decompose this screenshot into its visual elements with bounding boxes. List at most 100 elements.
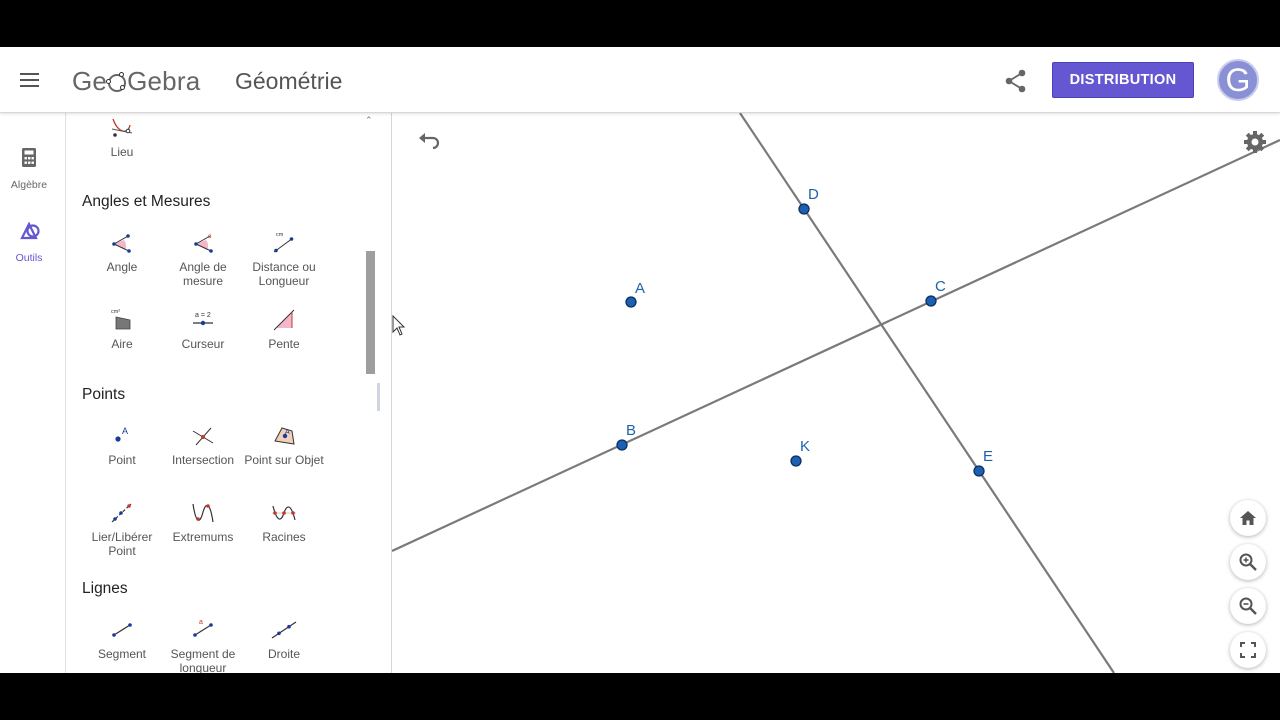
- tool-attach-detach[interactable]: Lier/Libérer Point: [81, 500, 163, 558]
- point-label: A: [635, 280, 645, 297]
- locus-icon: [111, 118, 133, 137]
- tool-label: Aire: [111, 337, 133, 351]
- undo-button[interactable]: [416, 130, 442, 152]
- settings-button[interactable]: [1242, 129, 1268, 155]
- geogebra-app: Ge Gebra Géométrie DISTRIBUTION G Algèbre: [0, 47, 1280, 673]
- tool-point[interactable]: A Point: [81, 423, 163, 467]
- point-k[interactable]: K: [790, 438, 810, 467]
- home-button[interactable]: [1230, 500, 1266, 536]
- angle-icon: [112, 234, 131, 253]
- point-c[interactable]: C: [925, 278, 946, 307]
- tool-label: Lier/Libérer Point: [91, 530, 153, 558]
- undo-icon: [419, 133, 440, 150]
- app-header: Ge Gebra Géométrie DISTRIBUTION G: [0, 47, 1280, 113]
- rail-item-algebra[interactable]: Algèbre: [0, 145, 66, 205]
- scroll-up-icon[interactable]: ⌃: [365, 115, 373, 126]
- rail-item-label: Outils: [15, 252, 43, 264]
- svg-text:cm²: cm²: [111, 309, 120, 315]
- tool-locus[interactable]: Lieu: [81, 115, 163, 159]
- tool-label: Pente: [268, 337, 300, 351]
- slider-icon: a = 2: [193, 312, 213, 326]
- point-b[interactable]: B: [616, 422, 636, 451]
- area-icon: cm²: [111, 309, 131, 330]
- section-title-angles: Angles et Mesures: [82, 193, 211, 210]
- menu-icon-bar: [20, 85, 39, 87]
- segment-icon: [112, 623, 132, 637]
- tool-label: Racines: [262, 530, 306, 544]
- svg-text:a = 2: a = 2: [195, 312, 211, 319]
- tool-slope[interactable]: Pente: [243, 307, 325, 351]
- distribution-button[interactable]: DISTRIBUTION: [1052, 62, 1194, 98]
- rail-item-tools[interactable]: Outils: [0, 218, 66, 278]
- tool-line[interactable]: Droite: [243, 617, 325, 661]
- logo-ellipse-icon: [106, 72, 127, 92]
- nav-rail: Algèbre Outils: [0, 113, 66, 673]
- segment-fixed-icon: a: [193, 619, 213, 637]
- zoom-in-icon: [1239, 553, 1257, 571]
- scroll-indicator: [377, 383, 380, 411]
- distance-icon: cm: [273, 232, 294, 253]
- geometry-canvas[interactable]: A B C D E K: [392, 113, 1280, 673]
- line-icon: [271, 621, 297, 639]
- fullscreen-icon: [1240, 642, 1256, 658]
- angle-fixed-icon: α: [194, 234, 213, 253]
- point-label: K: [800, 438, 810, 455]
- menu-icon-bar: [20, 79, 39, 81]
- tools-scrollbar-thumb[interactable]: [366, 251, 375, 374]
- tool-label: Segment: [97, 647, 147, 661]
- tool-segment-fixed[interactable]: a Segment de longueur: [162, 617, 244, 673]
- tool-label: Curseur: [181, 337, 225, 351]
- tool-area[interactable]: cm² Aire: [81, 307, 163, 351]
- tool-distance[interactable]: cm Distance ou Longueur: [243, 230, 325, 288]
- share-button[interactable]: [1002, 67, 1030, 95]
- extremum-icon: [192, 503, 214, 523]
- slope-icon: [273, 309, 295, 331]
- mouse-cursor-icon: [392, 314, 406, 336]
- tools-panel: ⌃ Lieu Angles et Mesures Angle α Angle d…: [67, 113, 392, 673]
- tool-label: Point: [108, 453, 136, 467]
- point-d[interactable]: D: [798, 186, 819, 215]
- point-e[interactable]: E: [973, 448, 993, 477]
- attach-detach-icon: [111, 503, 132, 523]
- tool-label: Segment de longueur: [170, 647, 236, 673]
- screen: Ge Gebra Géométrie DISTRIBUTION G Algèbre: [0, 0, 1280, 720]
- settings-icon: [1244, 131, 1266, 153]
- svg-text:cm: cm: [276, 232, 284, 238]
- tool-point-on-object[interactable]: A Point sur Objet: [243, 423, 325, 467]
- tool-label: Angle de mesure: [179, 260, 227, 288]
- point-label: C: [935, 278, 946, 295]
- tool-label: Droite: [267, 647, 300, 661]
- tool-label: Extremums: [172, 530, 234, 544]
- menu-icon-bar: [20, 73, 39, 75]
- tool-segment[interactable]: Segment: [81, 617, 163, 661]
- zoom-in-button[interactable]: [1230, 544, 1266, 580]
- menu-button[interactable]: [14, 64, 46, 96]
- point-label: E: [983, 448, 993, 465]
- tool-roots[interactable]: Racines: [243, 500, 325, 544]
- roots-icon: [272, 505, 296, 521]
- tool-slider[interactable]: a = 2 Curseur: [162, 307, 244, 351]
- tools-icon: [20, 221, 40, 240]
- tool-label: Point sur Objet: [244, 453, 324, 467]
- line-bc[interactable]: [392, 139, 1280, 552]
- user-avatar[interactable]: G: [1217, 59, 1259, 101]
- tool-extremum[interactable]: Extremums: [162, 500, 244, 544]
- point-label: D: [808, 186, 819, 203]
- tool-angle-fixed[interactable]: α Angle de mesure: [162, 230, 244, 288]
- zoom-out-icon: [1239, 597, 1257, 615]
- intersection-icon: [192, 427, 214, 446]
- section-title-lines: Lignes: [82, 580, 128, 597]
- zoom-out-button[interactable]: [1230, 588, 1266, 624]
- line-de[interactable]: [739, 113, 1115, 673]
- tool-intersection[interactable]: Intersection: [162, 423, 244, 467]
- tool-label: Angle: [106, 260, 138, 274]
- fullscreen-button[interactable]: [1230, 632, 1266, 668]
- graphics-view[interactable]: A B C D E K: [392, 113, 1280, 673]
- svg-text:A: A: [122, 426, 128, 436]
- tool-label: Lieu: [110, 145, 134, 159]
- point-a[interactable]: A: [625, 280, 645, 308]
- geogebra-logo[interactable]: Ge Gebra: [72, 66, 200, 97]
- tool-angle[interactable]: Angle: [81, 230, 163, 274]
- app-title: Géométrie: [235, 68, 343, 94]
- svg-text:A: A: [285, 429, 290, 436]
